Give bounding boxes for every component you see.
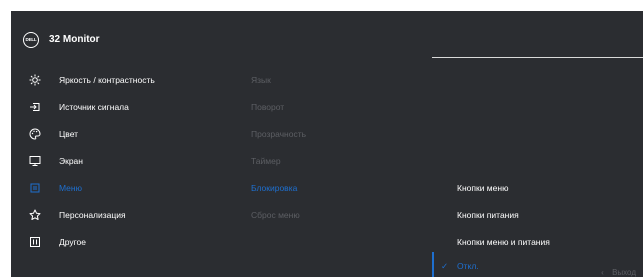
sub-item-transparency[interactable]: Прозрачность [251, 129, 306, 139]
main-item-personalization[interactable]: Персонализация [11, 209, 241, 225]
main-item-brightness-contrast[interactable]: Яркость / контрастность [11, 74, 241, 90]
sub-item-timer[interactable]: Таймер [251, 156, 281, 166]
sub-item-lock[interactable]: Блокировка [251, 183, 297, 193]
main-item-input-source[interactable]: Источник сигнала [11, 101, 241, 117]
main-item-label: Другое [59, 237, 87, 247]
exit-button[interactable]: ‹ Выход [601, 268, 636, 277]
main-item-label: Цвет [59, 129, 79, 139]
option-off-label: Откл. [457, 261, 479, 271]
monitor-title: 32 Monitor [49, 34, 100, 45]
sub-item-rotation[interactable]: Поворот [251, 102, 284, 112]
main-item-menu[interactable]: Меню [11, 182, 241, 198]
selection-indicator [432, 252, 434, 277]
main-item-label: Источник сигнала [59, 102, 129, 112]
option-off[interactable]: ✓ Откл. [441, 261, 479, 271]
sub-item-language[interactable]: Язык [251, 75, 271, 85]
input-source-icon [29, 101, 41, 113]
sub-item-reset-menu[interactable]: Сброс меню [251, 210, 300, 220]
check-icon: ✓ [441, 261, 449, 271]
main-item-label: Меню [59, 183, 82, 193]
dell-logo: DELL [23, 32, 39, 48]
brightness-icon [29, 74, 41, 86]
option-menu-and-power-buttons[interactable]: Кнопки меню и питания [457, 237, 550, 247]
main-item-display[interactable]: Экран [11, 155, 241, 171]
color-palette-icon [29, 128, 41, 140]
main-item-label: Персонализация [59, 210, 126, 220]
main-item-color[interactable]: Цвет [11, 128, 241, 144]
header-divider [432, 57, 643, 58]
star-icon [29, 209, 41, 221]
osd-menu: DELL 32 Monitor Яркость / контрастность … [11, 11, 643, 277]
osd-header: DELL 32 Monitor [11, 11, 643, 66]
main-item-label: Яркость / контрастность [59, 75, 155, 85]
back-arrow-icon: ‹ [601, 268, 604, 277]
other-icon [29, 236, 41, 248]
display-icon [29, 155, 41, 167]
menu-icon [29, 182, 41, 194]
option-power-button[interactable]: Кнопки питания [457, 210, 519, 220]
main-item-other[interactable]: Другое [11, 236, 241, 252]
main-item-label: Экран [59, 156, 83, 166]
option-menu-buttons[interactable]: Кнопки меню [457, 183, 508, 193]
exit-label: Выход [612, 268, 636, 277]
